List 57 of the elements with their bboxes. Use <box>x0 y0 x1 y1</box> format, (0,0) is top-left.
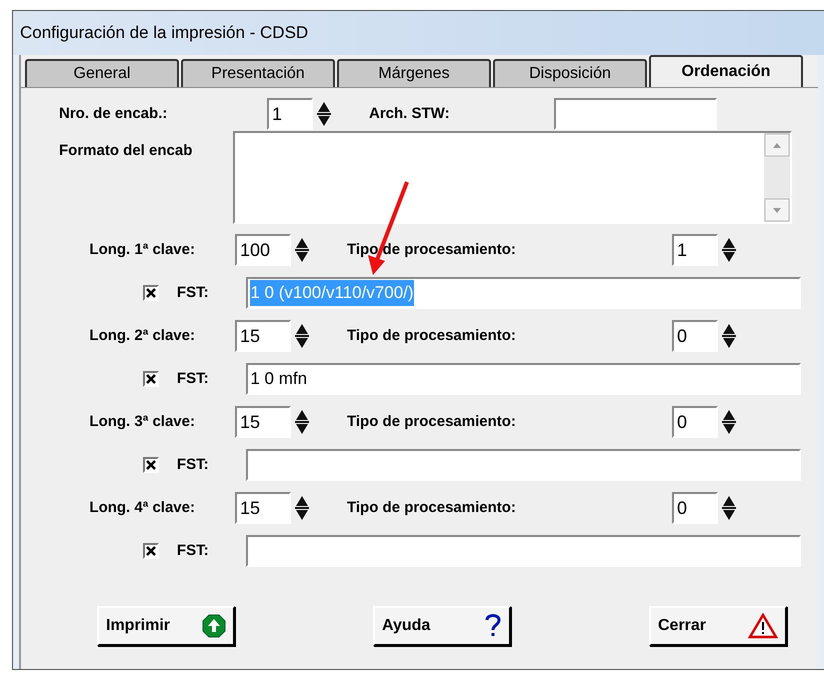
number-field[interactable]: 100 <box>235 234 291 266</box>
tab[interactable]: Ordenación <box>649 55 803 87</box>
stw-field[interactable] <box>554 98 717 130</box>
field-label: Long. 2ª clave: <box>88 326 196 346</box>
checkbox[interactable] <box>143 371 159 387</box>
number-field[interactable]: 1 <box>672 234 718 266</box>
number-field[interactable]: 0 <box>672 320 718 352</box>
checkbox[interactable] <box>143 285 159 301</box>
field-label: Tipo de procesamiento: <box>347 240 517 260</box>
spinner-arrows-icon[interactable] <box>295 409 309 435</box>
up-arrow-icon <box>202 614 226 638</box>
spinner-arrows-icon[interactable] <box>317 101 331 127</box>
field-label: FST: <box>176 540 210 561</box>
field-label: FST: <box>176 282 210 303</box>
number-field[interactable]: 0 <box>672 492 718 524</box>
field-label: Long. 3ª clave: <box>88 412 196 432</box>
field-label: Tipo de procesamiento: <box>347 326 517 346</box>
help-button[interactable]: Ayuda <box>373 606 511 646</box>
spinner-arrows-icon[interactable] <box>722 495 736 521</box>
warning-icon <box>748 613 778 639</box>
field-label: FST: <box>176 454 210 475</box>
tab[interactable]: General <box>25 59 179 87</box>
window-title: Configuración de la impresión - CDSD <box>20 22 308 44</box>
fst-field[interactable] <box>246 535 801 567</box>
format-field[interactable] <box>233 131 792 224</box>
field-label: Long. 4ª clave: <box>88 498 196 518</box>
field-label: Tipo de procesamiento: <box>347 412 517 432</box>
help-icon <box>484 613 502 639</box>
number-field[interactable]: 15 <box>235 320 291 352</box>
tab[interactable]: Presentación <box>181 59 335 87</box>
field-label: Formato del encab <box>59 141 192 161</box>
field-label: Arch. STW: <box>369 104 451 124</box>
spinner-arrows-icon[interactable] <box>722 409 736 435</box>
field-label: FST: <box>176 368 210 389</box>
field-label: Long. 1ª clave: <box>88 240 196 260</box>
tab[interactable]: Disposición <box>493 59 647 87</box>
checkbox[interactable] <box>143 543 159 559</box>
scrollbar[interactable] <box>764 133 790 222</box>
scroll-down-icon[interactable] <box>764 198 790 222</box>
spinner-arrows-icon[interactable] <box>295 323 309 349</box>
checkbox[interactable] <box>143 457 159 473</box>
field-label: Nro. de encab.: <box>59 104 168 124</box>
print-button[interactable]: Imprimir <box>97 606 235 646</box>
close-button[interactable]: Cerrar <box>649 606 787 646</box>
spinner-arrows-icon[interactable] <box>722 323 736 349</box>
tab[interactable]: Márgenes <box>337 59 491 87</box>
number-field[interactable]: 1 <box>267 98 313 130</box>
field-label: Tipo de procesamiento: <box>347 498 517 518</box>
number-field[interactable]: 0 <box>672 406 718 438</box>
spinner-arrows-icon[interactable] <box>295 237 309 263</box>
spinner-arrows-icon[interactable] <box>722 237 736 263</box>
spinner-arrows-icon[interactable] <box>295 495 309 521</box>
number-field[interactable]: 15 <box>235 492 291 524</box>
fst-field[interactable]: 1 0 mfn <box>246 363 801 395</box>
fst-field[interactable] <box>246 449 801 481</box>
scroll-up-icon[interactable] <box>764 133 790 157</box>
number-field[interactable]: 15 <box>235 406 291 438</box>
